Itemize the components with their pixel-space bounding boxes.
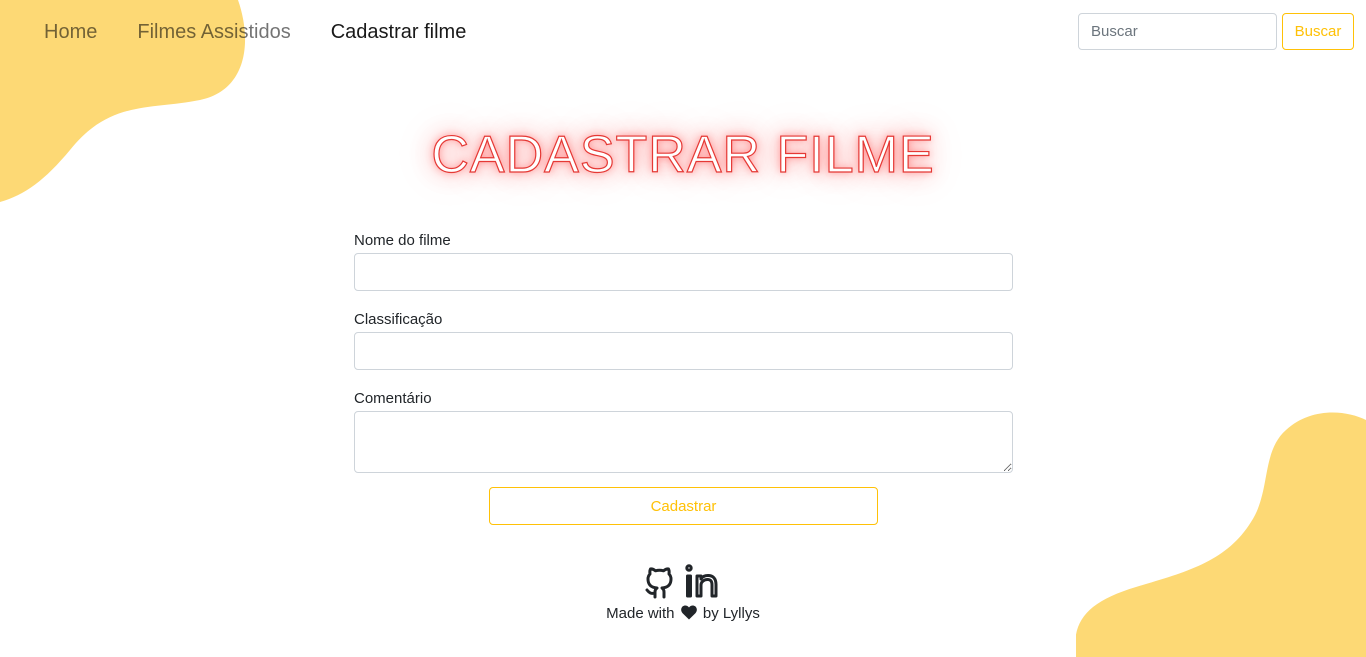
register-movie-form: Nome do filme Classificação Comentário [354,230,1013,491]
movie-name-input[interactable] [354,253,1013,291]
search-input[interactable] [1078,13,1277,50]
comment-label: Comentário [354,390,432,407]
linkedin-icon[interactable] [684,563,722,599]
nav-watched-movies-link[interactable]: Filmes Assistidos [137,18,290,46]
movie-name-label: Nome do filme [354,232,451,249]
nav-home-link[interactable]: Home [44,18,97,46]
movie-name-group: Nome do filme [354,230,1013,291]
top-navbar: Home Filmes Assistidos Cadastrar filme B… [0,0,1366,66]
made-with-text: Made with [606,605,675,622]
page: Home Filmes Assistidos Cadastrar filme B… [0,0,1366,657]
github-icon[interactable] [644,563,676,599]
nav-links: Home Filmes Assistidos Cadastrar filme [44,18,466,46]
title-container: CADASTRAR FILME [0,120,1366,190]
comment-group: Comentário [354,388,1013,473]
rating-input[interactable] [354,332,1013,370]
rating-label: Classificação [354,311,443,328]
heart-icon [680,605,697,620]
comment-textarea[interactable] [354,411,1013,473]
nav-register-movie-link[interactable]: Cadastrar filme [331,18,467,46]
search-button[interactable]: Buscar [1282,13,1354,50]
by-author-text: by Lyllys [702,605,760,622]
page-title: CADASTRAR FILME [431,125,935,184]
footer-credit: Made with by Lyllys [0,603,1366,625]
footer-icons [644,563,722,599]
rating-group: Classificação [354,309,1013,370]
register-button[interactable]: Cadastrar [489,487,878,525]
